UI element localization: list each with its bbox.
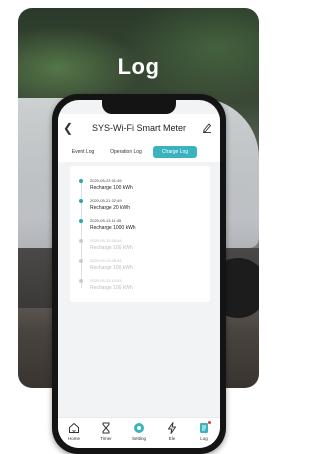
entry-date: 2020-05-13 11:45 <box>90 218 122 223</box>
nav-timer[interactable]: Timer <box>92 421 120 447</box>
entry-text: Recharge 100 kWh <box>90 285 133 291</box>
list-item: 2020-05-13 11:45 Recharge 1000 kWh <box>76 218 206 240</box>
setting-icon <box>134 423 144 433</box>
tab-operation-log[interactable]: Operation Log <box>104 146 148 158</box>
entry-text: Recharge 100 kWh <box>90 245 133 251</box>
entry-text: Recharge 100 kWh <box>90 265 133 271</box>
entry-date: 2020-05-13 05:44 <box>90 238 122 243</box>
nav-label: Timer <box>100 436 112 441</box>
notification-badge <box>208 421 211 424</box>
nav-log[interactable]: Log <box>190 421 218 447</box>
bottom-nav: Home Timer Setting Ele Log <box>58 417 220 448</box>
phone-mockup: ❮ SYS-Wi-Fi Smart Meter Event Log Operat… <box>52 94 226 454</box>
entry-text: Recharge 1000 kWh <box>90 225 136 231</box>
home-icon <box>69 422 79 433</box>
nav-ele[interactable]: Ele <box>158 421 186 447</box>
timeline-dot <box>79 219 83 223</box>
list-item: 2020-05-13 05:44 Recharge 100 kWh <box>76 238 206 260</box>
nav-label: Home <box>67 436 80 441</box>
tab-charge-log[interactable]: Charge Log <box>153 146 197 158</box>
phone-screen: ❮ SYS-Wi-Fi Smart Meter Event Log Operat… <box>58 100 220 448</box>
list-item: 2020-05-21 02:49 Recharge 20 kWh <box>76 198 206 220</box>
nav-setting[interactable]: Setting <box>125 421 153 447</box>
entry-text: Recharge 100 kWh <box>90 185 133 191</box>
lightning-icon <box>168 422 176 434</box>
entry-date: 2020-05-13 10:54 <box>90 278 122 283</box>
phone-notch <box>102 100 176 114</box>
timeline-dot <box>79 239 83 243</box>
nav-label: Log <box>200 436 208 441</box>
list-item: 2020-05-13 05:44 Recharge 100 kWh <box>76 258 206 280</box>
timeline-dot <box>79 279 83 283</box>
nav-home[interactable]: Home <box>60 421 88 447</box>
timeline-dot <box>79 199 83 203</box>
timeline-dot <box>79 179 83 183</box>
app-title: SYS-Wi-Fi Smart Meter <box>91 123 186 133</box>
entry-date: 2020-05-13 05:44 <box>90 258 122 263</box>
entry-text: Recharge 20 kWh <box>90 205 131 211</box>
tab-event-log[interactable]: Event Log <box>66 146 100 158</box>
back-icon[interactable]: ❮ <box>63 122 73 134</box>
charge-log-list: 2020-05-23 01:45 Recharge 100 kWh 2020-0… <box>70 166 210 302</box>
entry-date: 2020-05-23 01:45 <box>90 178 122 183</box>
timeline-dot <box>79 259 83 263</box>
nav-label: Setting <box>131 436 146 441</box>
log-tabs: Event Log Operation Log Charge Log <box>58 142 220 162</box>
card-title: Log <box>117 54 160 79</box>
edit-icon[interactable] <box>202 121 212 133</box>
nav-label: Ele <box>168 436 176 441</box>
hourglass-icon <box>102 422 110 434</box>
entry-date: 2020-05-21 02:49 <box>90 198 122 203</box>
list-item: 2020-05-13 10:54 Recharge 100 kWh <box>76 278 206 300</box>
app-header: ❮ SYS-Wi-Fi Smart Meter <box>58 114 220 142</box>
list-item: 2020-05-23 01:45 Recharge 100 kWh <box>76 178 206 200</box>
